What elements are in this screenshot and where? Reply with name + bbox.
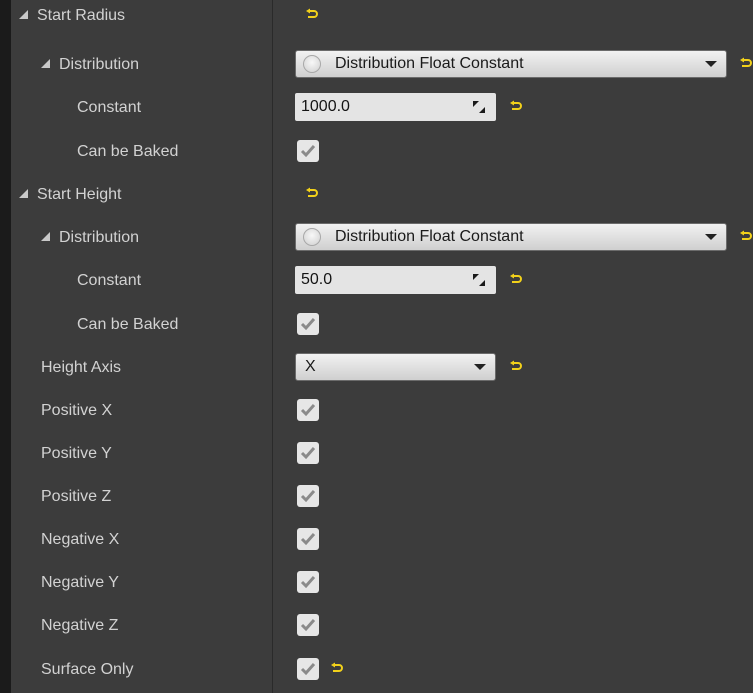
height-axis-dropdown[interactable]: X [295, 353, 496, 381]
start-height-label: Start Height [37, 186, 122, 203]
can-be-baked-value [284, 130, 753, 173]
row-positive-x: Positive X [11, 389, 753, 432]
distribution-label: Distribution [59, 56, 140, 73]
height-axis-dropdown-text: X [305, 358, 316, 375]
positive-y-value [284, 432, 753, 475]
drag-resize-icon[interactable] [472, 100, 486, 114]
checkmark-icon [300, 404, 316, 417]
checkmark-icon [300, 318, 316, 331]
category-start-height[interactable]: Start Height [19, 173, 121, 216]
row-negative-x: Negative X [11, 518, 753, 561]
distribution-category[interactable]: Distribution [41, 43, 139, 86]
constant-number-text: 1000.0 [301, 98, 350, 115]
distribution-class-icon [303, 228, 321, 246]
distribution-value: Distribution Float Constant [284, 216, 753, 259]
distribution-value: Distribution Float Constant [284, 43, 753, 86]
reset-to-default-icon[interactable] [739, 57, 753, 71]
checkmark-icon [300, 447, 316, 460]
reset-to-default-icon[interactable] [330, 662, 344, 676]
distribution-category[interactable]: Distribution [41, 216, 139, 259]
caret-down-icon [705, 61, 717, 67]
row-start-height-can-be-baked: Can be Baked [11, 303, 753, 346]
row-start-radius-constant: Constant 1000.0 [11, 86, 753, 129]
caret-down-icon [705, 234, 717, 240]
reset-to-default-icon[interactable] [509, 100, 523, 114]
distribution-label: Distribution [59, 229, 140, 246]
checkmark-icon [300, 533, 316, 546]
checkmark-icon [300, 576, 316, 589]
distribution-class-icon [303, 55, 321, 73]
constant-value: 1000.0 [284, 86, 753, 129]
start-radius-value [284, 0, 753, 37]
row-negative-z: Negative Z [11, 604, 753, 647]
row-negative-y: Negative Y [11, 561, 753, 604]
start-radius-label: Start Radius [37, 7, 126, 24]
can-be-baked-checkbox[interactable] [297, 313, 319, 335]
height-axis-value: X [284, 346, 753, 389]
distribution-dropdown-text: Distribution Float Constant [335, 228, 524, 245]
can-be-baked-label: Can be Baked [77, 143, 179, 160]
reset-to-default-icon[interactable] [509, 360, 523, 374]
negative-y-checkbox[interactable] [297, 571, 319, 593]
positive-z-label: Positive Z [41, 488, 112, 505]
constant-number-field[interactable]: 50.0 [295, 266, 496, 294]
expand-triangle-icon[interactable] [41, 232, 50, 241]
row-start-height-distribution: Distribution Distribution Float Constant [11, 216, 753, 259]
can-be-baked-label: Can be Baked [77, 316, 179, 333]
distribution-dropdown[interactable]: Distribution Float Constant [295, 223, 727, 251]
start-height-value [284, 173, 753, 216]
height-axis-label: Height Axis [41, 359, 122, 376]
reset-to-default-icon[interactable] [305, 187, 319, 201]
constant-number-text: 50.0 [301, 271, 333, 288]
distribution-dropdown[interactable]: Distribution Float Constant [295, 50, 727, 78]
reset-to-default-icon[interactable] [305, 8, 319, 22]
reset-to-default-icon[interactable] [509, 273, 523, 287]
row-height-axis: Height Axis X [11, 346, 753, 389]
surface-only-value [284, 648, 753, 691]
can-be-baked-value [284, 303, 753, 346]
distribution-dropdown-text: Distribution Float Constant [335, 55, 524, 72]
positive-y-label: Positive Y [41, 445, 112, 462]
positive-z-checkbox[interactable] [297, 485, 319, 507]
row-positive-z: Positive Z [11, 475, 753, 518]
row-positive-y: Positive Y [11, 432, 753, 475]
checkmark-icon [300, 145, 316, 158]
constant-label: Constant [77, 272, 142, 289]
checkmark-icon [300, 663, 316, 676]
negative-y-value [284, 561, 753, 604]
positive-x-checkbox[interactable] [297, 399, 319, 421]
surface-only-checkbox[interactable] [297, 658, 319, 680]
negative-x-label: Negative X [41, 531, 120, 548]
can-be-baked-checkbox[interactable] [297, 140, 319, 162]
positive-x-value [284, 389, 753, 432]
expand-triangle-icon[interactable] [41, 59, 50, 68]
positive-z-value [284, 475, 753, 518]
row-start-radius-distribution: Distribution Distribution Float Constant [11, 43, 753, 86]
drag-resize-icon[interactable] [472, 273, 486, 287]
negative-x-checkbox[interactable] [297, 528, 319, 550]
row-start-radius-can-be-baked: Can be Baked [11, 130, 753, 173]
expand-triangle-icon[interactable] [19, 189, 28, 198]
constant-number-field[interactable]: 1000.0 [295, 93, 496, 121]
negative-y-label: Negative Y [41, 574, 119, 591]
negative-z-value [284, 604, 753, 647]
surface-only-label: Surface Only [41, 661, 134, 678]
row-start-height: Start Height [11, 173, 753, 216]
reset-to-default-icon[interactable] [739, 230, 753, 244]
expand-triangle-icon[interactable] [19, 10, 28, 19]
caret-down-icon [474, 364, 486, 370]
negative-z-checkbox[interactable] [297, 614, 319, 636]
category-start-radius[interactable]: Start Radius [19, 0, 125, 37]
negative-z-label: Negative Z [41, 617, 119, 634]
positive-x-label: Positive X [41, 402, 113, 419]
row-start-radius: Start Radius [11, 0, 753, 37]
constant-value: 50.0 [284, 259, 753, 302]
checkmark-icon [300, 619, 316, 632]
row-surface-only: Surface Only [11, 648, 753, 691]
row-start-height-constant: Constant 50.0 [11, 259, 753, 302]
checkmark-icon [300, 490, 316, 503]
constant-label: Constant [77, 99, 142, 116]
negative-x-value [284, 518, 753, 561]
positive-y-checkbox[interactable] [297, 442, 319, 464]
